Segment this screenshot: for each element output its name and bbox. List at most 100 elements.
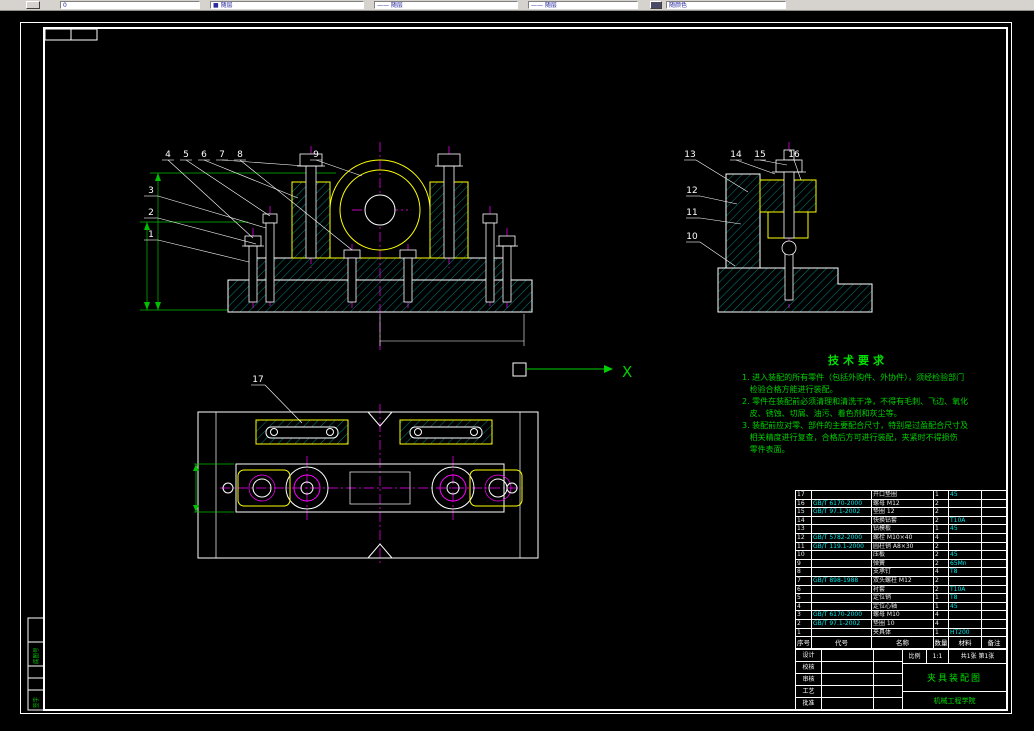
bom-row: 15 GB/T 97.1-2002 垫圈 12 2	[796, 508, 1006, 517]
bom-cell	[982, 560, 1006, 568]
bom-cell: 夹具体	[872, 628, 934, 637]
bom-cell	[982, 594, 1006, 602]
bom-cell: 2	[796, 619, 812, 628]
bom-cell: 2	[934, 576, 949, 585]
callout: 1	[148, 230, 154, 240]
bom-cell	[812, 516, 872, 525]
bom-cell: 1	[796, 628, 812, 637]
bom-cell: 11	[796, 542, 812, 551]
title-block-signatures: 设计 校核 审核 工艺 批准	[796, 650, 902, 709]
callout: 10	[686, 232, 698, 242]
plan-view: 17	[193, 375, 539, 566]
bom-cell: 钻模板	[872, 525, 934, 533]
callout: 16	[788, 150, 800, 160]
lineweight-combo[interactable]: —— 随层	[528, 1, 638, 9]
bom-cell: 2	[934, 499, 949, 508]
tech-title: 技术要求	[828, 354, 888, 367]
bom-header-cell: 序号	[797, 637, 812, 650]
bom-cell: 开口垫圈	[872, 491, 934, 499]
bom-cell	[982, 620, 1006, 628]
bom-header-cell: 材料	[949, 637, 982, 650]
ucs-x-label: X	[622, 363, 632, 381]
bom-cell: 4	[796, 602, 812, 611]
bom-cell: 压板	[872, 551, 934, 559]
bom-cell: T8	[949, 594, 982, 602]
bom-cell: 45	[949, 602, 982, 611]
tech-line: 检验合格方能进行装配。	[742, 385, 838, 394]
tech-line: 2. 零件在装配前必须清理和清洗干净，不得有毛刺、飞边、氧化	[742, 397, 969, 406]
bom-row: 9 弹簧 2 65Mn	[796, 559, 1006, 569]
properties-toolbar: 0 ■ 随层 —— 随层 —— 随层 随颜色	[0, 0, 1034, 11]
callout: 7	[219, 150, 225, 160]
bom-row: 2 GB/T 97.1-2002 垫圈 10 4	[796, 619, 1006, 629]
bom-cell	[982, 568, 1006, 576]
bom-cell: 圆柱销 A8×30	[872, 542, 934, 551]
bom-body: 17 开口垫圈 1 45 16 GB/T 6170-2000 螺母 M12 2 15 GB/T 9…	[796, 491, 1006, 638]
bom-cell	[812, 585, 872, 594]
bom-cell	[949, 533, 982, 542]
bom-cell: 2	[934, 559, 949, 568]
bom-cell: 14	[796, 516, 812, 525]
callout: 6	[201, 150, 207, 160]
bom-cell: GB/T 898-1988	[812, 576, 872, 585]
bom-cell	[982, 517, 1006, 525]
sheet-count: 共1张 第1张	[960, 653, 995, 660]
bom-cell	[949, 576, 982, 585]
bom-row: 8 支承钉 4 T8	[796, 568, 1006, 577]
bom-cell: 4	[934, 533, 949, 542]
bom-cell: 17	[796, 491, 812, 499]
bom-cell: 1	[934, 525, 949, 533]
sign-label: 审核	[796, 674, 822, 685]
bom-cell: 45	[949, 525, 982, 533]
bom-cell: 10	[796, 551, 812, 559]
bom-cell	[812, 559, 872, 568]
bom-cell	[982, 525, 1006, 533]
callout: 11	[686, 208, 697, 218]
bom-cell	[982, 603, 1006, 611]
bom-cell	[949, 542, 982, 551]
bom-row: 10 压板 2 45	[796, 551, 1006, 560]
toolbar-layers-button[interactable]	[26, 1, 40, 9]
bom-cell: 4	[934, 619, 949, 628]
bom-cell: 螺母 M10	[872, 611, 934, 619]
bom-cell: 8	[796, 568, 812, 576]
ucs-icon: X	[512, 362, 632, 381]
bom-cell: 4	[934, 568, 949, 576]
bom-cell: GB/T 6170-2000	[812, 611, 872, 619]
bom-cell	[949, 508, 982, 516]
bom-cell: GB/T 97.1-2002	[812, 508, 872, 516]
bom-cell: 1	[934, 628, 949, 637]
sign-label: 校核	[796, 662, 822, 673]
tech-line: 皮、锈蚀、切屑、油污、着色剂和灰尘等。	[742, 409, 902, 418]
bom-row: 1 夹具体 1 HT200	[796, 628, 1006, 638]
scale-label: 比例	[903, 650, 927, 663]
bom-cell: 垫圈 10	[872, 619, 934, 628]
bom-row: 14 快换钻套 2 T10A	[796, 516, 1006, 526]
bom-cell	[812, 568, 872, 576]
toolbar-plotstyle-button[interactable]	[650, 1, 662, 9]
callout: 17	[252, 375, 263, 385]
bom-cell	[982, 508, 1006, 516]
callout: 12	[686, 186, 697, 196]
layer-combo[interactable]: 0	[60, 1, 200, 9]
side-view: 13 14 15 16 12 11 10	[684, 142, 873, 313]
bom-cell	[982, 500, 1006, 508]
bom-cell	[812, 491, 872, 499]
bom-cell: 45	[949, 491, 982, 499]
linetype-combo[interactable]: —— 随层	[374, 1, 518, 9]
cad-window: 0 ■ 随层 —— 随层 —— 随层 随颜色 底图号 签字 1 2 3 4 5 …	[0, 0, 1034, 731]
callout: 4	[165, 150, 171, 160]
front-view: 1 2 3 4 5 6 7 8 9	[140, 142, 533, 350]
plotstyle-combo[interactable]: 随颜色	[666, 1, 786, 9]
bom-cell: 快换钻套	[872, 516, 934, 525]
bom-cell: 定位心轴	[872, 602, 934, 611]
bom-cell: 12	[796, 533, 812, 542]
bom-cell: 弹簧	[872, 559, 934, 568]
bom-cell: 螺母 M12	[872, 499, 934, 508]
callout: 5	[183, 150, 189, 160]
bom-cell	[982, 577, 1006, 585]
bom-cell: 9	[796, 559, 812, 568]
margin-label: 底图号	[32, 647, 40, 664]
color-combo[interactable]: ■ 随层	[210, 1, 364, 9]
bom-cell: 16	[796, 499, 812, 508]
